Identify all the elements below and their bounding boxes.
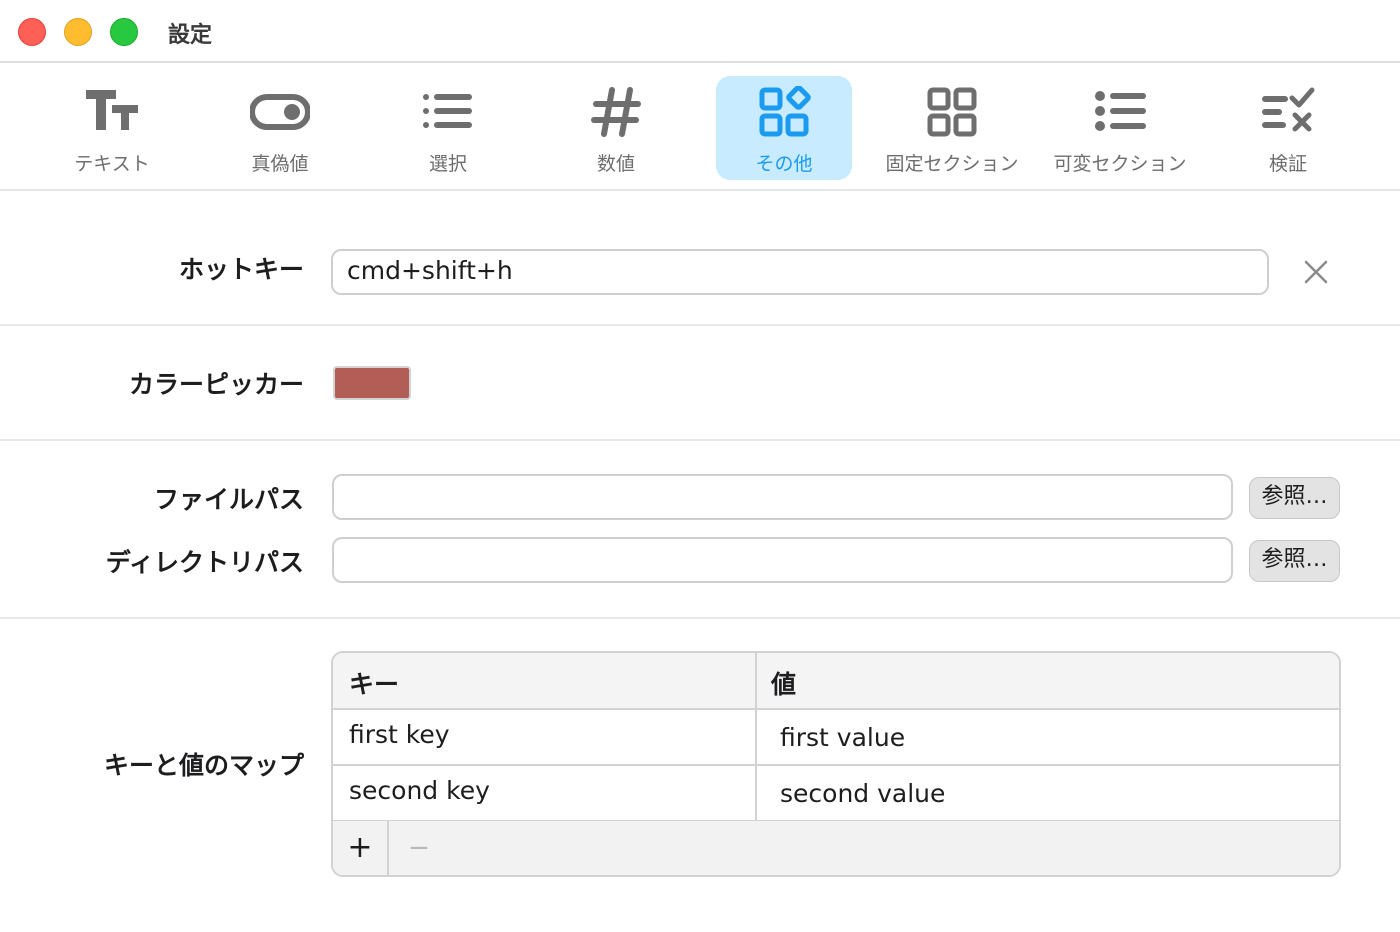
row-value[interactable]: second value <box>780 779 945 808</box>
row-value[interactable]: first value <box>780 723 905 752</box>
table-header: キー 値 <box>333 653 1339 710</box>
file-path-label: ファイルパス <box>153 485 304 514</box>
file-path-input[interactable] <box>332 474 1233 520</box>
tab-boolean[interactable]: 真偽値 <box>212 76 348 180</box>
title-bar: 設定 <box>0 0 1400 63</box>
number-icon <box>591 87 641 137</box>
tab-variable-section[interactable]: 可変セクション <box>1052 76 1188 180</box>
row-key[interactable]: first key <box>349 720 450 749</box>
tab-variable-section-label: 可変セクション <box>1053 153 1187 175</box>
settings-toolbar: テキスト 真偽値 選択 数値 その他 固定セクション 可変セクション 検証 <box>0 64 1400 191</box>
color-swatch[interactable] <box>333 366 411 400</box>
column-divider <box>755 653 757 820</box>
toggle-icon <box>250 94 310 130</box>
tab-number[interactable]: 数値 <box>548 76 684 180</box>
list-icon <box>423 94 472 128</box>
column-header-key[interactable]: キー <box>349 665 399 701</box>
divider <box>0 439 1400 441</box>
text-icon <box>86 90 138 130</box>
hotkey-input[interactable]: cmd+shift+h <box>331 249 1269 295</box>
tab-other[interactable]: その他 <box>716 76 852 180</box>
minimize-window-button[interactable] <box>64 18 92 46</box>
window-title: 設定 <box>168 23 213 48</box>
tab-text[interactable]: テキスト <box>44 76 180 180</box>
tab-boolean-label: 真偽値 <box>251 153 309 175</box>
column-header-value[interactable]: 値 <box>771 665 796 701</box>
table-row[interactable]: first key first value <box>333 710 1339 766</box>
tab-fixed-section[interactable]: 固定セクション <box>884 76 1020 180</box>
hotkey-label: ホットキー <box>178 255 304 284</box>
add-row-button[interactable]: + <box>333 821 389 875</box>
color-picker-label: カラーピッカー <box>128 370 304 399</box>
key-value-table: キー 値 first key first value second key se… <box>331 651 1341 877</box>
validation-icon <box>1262 87 1315 132</box>
tab-select-label: 選択 <box>428 153 467 175</box>
browse-file-button[interactable]: 参照… <box>1249 477 1340 519</box>
tab-validation[interactable]: 検証 <box>1220 76 1356 180</box>
clear-hotkey-icon[interactable] <box>1300 256 1332 288</box>
row-key[interactable]: second key <box>349 776 490 805</box>
key-value-map-label: キーと値のマップ <box>103 751 304 780</box>
table-row[interactable]: second key second value <box>333 766 1339 822</box>
bullet-list-icon <box>1095 91 1146 131</box>
directory-path-label: ディレクトリパス <box>105 548 304 577</box>
directory-path-input[interactable] <box>332 537 1233 583</box>
zoom-window-button[interactable] <box>110 18 138 46</box>
tab-number-label: 数値 <box>596 153 635 175</box>
tab-validation-label: 検証 <box>1268 153 1307 175</box>
remove-row-button[interactable]: − <box>391 821 447 875</box>
close-window-button[interactable] <box>18 18 46 46</box>
divider <box>0 324 1400 326</box>
browse-directory-button[interactable]: 参照… <box>1249 540 1340 582</box>
grid-icon <box>927 87 977 137</box>
tab-fixed-section-label: 固定セクション <box>885 153 1019 175</box>
table-footer: + − <box>333 821 1339 875</box>
tab-text-label: テキスト <box>74 153 150 175</box>
tab-other-label: その他 <box>755 153 813 175</box>
other-icon <box>759 86 811 137</box>
divider <box>0 617 1400 619</box>
tab-select[interactable]: 選択 <box>380 76 516 180</box>
